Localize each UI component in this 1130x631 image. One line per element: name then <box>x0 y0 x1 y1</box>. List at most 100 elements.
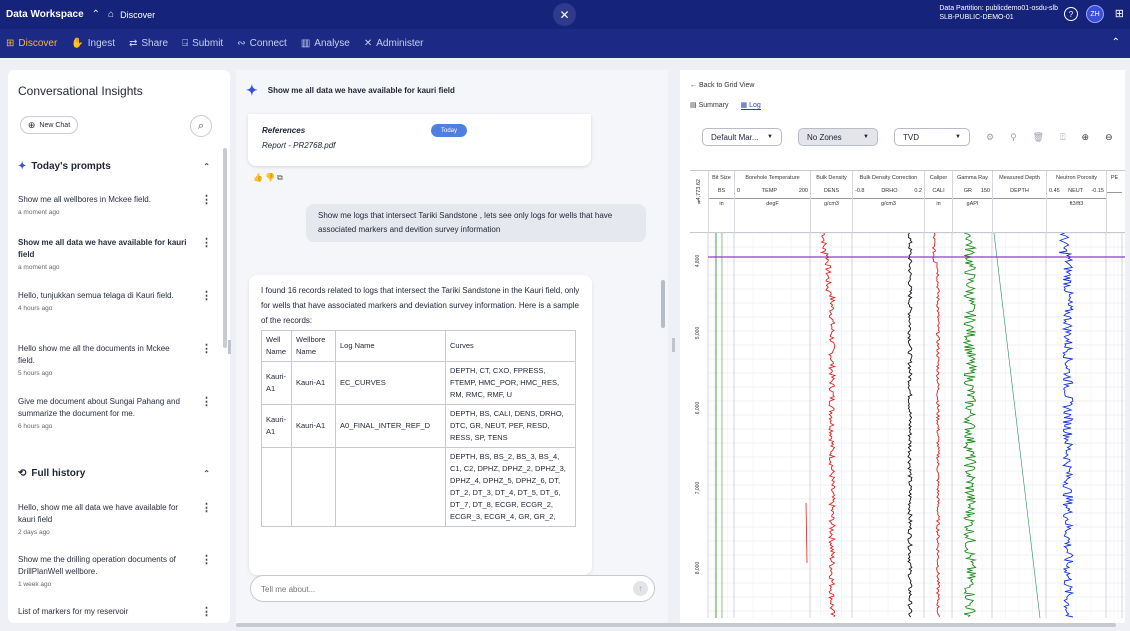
history-item[interactable]: Hello, show me all data we have availabl… <box>18 502 218 536</box>
resize-handle[interactable] <box>228 340 231 354</box>
track-header[interactable]: Gamma Ray GR 150 gAPI <box>952 171 992 234</box>
breadcrumb[interactable]: Discover <box>120 10 155 20</box>
column-header: Curves <box>445 330 576 362</box>
more-options-icon[interactable]: ⋮ <box>201 290 212 302</box>
copy-icon[interactable]: ⧉ <box>277 173 285 182</box>
nav-ingest[interactable]: ✋ Ingest <box>71 38 115 49</box>
table-icon: ▤ <box>690 102 697 109</box>
references-card: References Report - PR2768.pdf Today <box>248 114 591 166</box>
history-icon: ⟲ <box>18 468 27 479</box>
track-max: 150 <box>980 188 990 194</box>
network-icon[interactable]: ⚲ <box>1010 132 1017 143</box>
history-item[interactable]: List of markers for my reservoir ⋮ <box>18 606 218 620</box>
close-icon: ✕ <box>559 7 570 22</box>
track-header[interactable]: Bit Size BS in <box>708 171 734 234</box>
track-max: 200 <box>798 188 808 194</box>
more-options-icon[interactable]: ⋮ <box>201 554 212 566</box>
data-partition[interactable]: Data Partition: publicdemo01-osdu-slb SL… <box>939 4 1058 22</box>
collapse-icon[interactable]: ⌃ <box>92 9 100 20</box>
more-options-icon[interactable]: ⋮ <box>201 396 212 408</box>
track-mnemonic: CALI <box>932 188 945 194</box>
scrollbar[interactable] <box>223 148 227 348</box>
more-options-icon[interactable]: ⋮ <box>201 606 212 618</box>
tab-log[interactable]: ▦ Log <box>740 101 761 110</box>
chat-panel: ✦ Show me all data we have available for… <box>236 70 668 623</box>
track-mnemonic: NEUT <box>1068 188 1084 194</box>
back-to-grid-link[interactable]: ← Back to Grid View <box>690 82 754 89</box>
track-header[interactable]: PE <box>1106 171 1122 234</box>
prompt-item[interactable]: Give me document about Sungai Pahang and… <box>18 396 218 430</box>
track-header[interactable]: Measured Depth DEPTH <box>992 171 1046 234</box>
more-options-icon[interactable]: ⋮ <box>201 343 212 355</box>
nav-administer[interactable]: ✕ Administer <box>364 38 424 49</box>
close-button[interactable]: ✕ <box>553 3 576 26</box>
chart-icon: ▥ <box>300 38 311 49</box>
delete-icon[interactable]: 🗑 <box>1033 132 1044 143</box>
prompt-item[interactable]: Hello show me all the documents in Mckee… <box>18 343 218 377</box>
app-grid-icon[interactable]: ⊞ <box>1115 7 1124 20</box>
column-header: Well Name <box>261 330 292 362</box>
history-item[interactable]: Show me the drilling operation documents… <box>18 554 218 588</box>
track-unit: in <box>709 198 734 207</box>
well-log-plot[interactable]: 4,800 5,000 6,000 7,000 8,000 <box>690 233 1125 623</box>
arrow-up-icon: ↑ <box>638 584 643 593</box>
log-viewer-panel: ← Back to Grid View ▤ Summary ▦ Log Defa… <box>680 70 1125 623</box>
track-header[interactable]: Caliper CALI in <box>924 171 952 234</box>
thumbs-up-icon[interactable]: 👍 <box>253 173 265 182</box>
more-options-icon[interactable]: ⋮ <box>201 237 212 249</box>
nav-connect[interactable]: ∾ Connect <box>237 38 287 49</box>
chevron-up-icon[interactable]: ⌃ <box>203 162 210 171</box>
thumbs-down-icon[interactable]: 👎 <box>265 173 277 182</box>
sparkle-icon: ✦ <box>246 82 258 98</box>
settings-icon[interactable]: ⚙ <box>986 132 994 143</box>
assistant-answer: I found 16 records related to logs that … <box>249 275 592 575</box>
chevron-up-icon[interactable]: ⌃ <box>203 469 210 478</box>
more-options-icon[interactable]: ⋮ <box>201 194 212 206</box>
track-header[interactable]: Borehole Temperature 0 TEMP 200 degF <box>734 171 810 234</box>
tab-summary[interactable]: ▤ Summary <box>690 101 729 110</box>
references-title: References <box>262 126 306 135</box>
more-options-icon[interactable]: ⋮ <box>201 502 212 514</box>
horizontal-scrollbar[interactable] <box>236 623 1116 627</box>
help-icon[interactable]: ? <box>1064 7 1078 21</box>
marker-set-dropdown[interactable]: Default Mar... ▼ <box>702 128 782 146</box>
chat-input[interactable] <box>261 582 621 596</box>
track-headers: 4,773.62 ft Bit Size BS in Borehole Tempera… <box>690 170 1125 234</box>
track-header[interactable]: Bulk Density DENS g/cm3 <box>810 171 852 234</box>
nav-submit[interactable]: ⍈ Submit <box>182 38 223 49</box>
new-chat-button[interactable]: ⊕ New Chat <box>20 116 78 134</box>
scrollbar[interactable] <box>661 280 665 328</box>
zones-dropdown[interactable]: No Zones ▼ <box>798 128 878 146</box>
send-button[interactable]: ↑ <box>633 581 648 596</box>
prompt-item[interactable]: Show me all wellbores in Mckee field. a … <box>18 194 218 216</box>
track-header[interactable]: Bulk Density Correction -0.8 DRHO 0.2 g/cm3 <box>852 171 924 234</box>
track-header[interactable]: Neutron Porosity 0.45 NEUT -0.15 ft3/ft3 <box>1046 171 1106 234</box>
track-min: -0.8 <box>855 188 865 194</box>
zoom-in-icon[interactable]: ⊕ <box>1082 132 1090 143</box>
track-mnemonic: GR <box>963 188 973 194</box>
table-cell: A0_FINAL_INTER_REF_D <box>335 404 446 448</box>
nav-analyse[interactable]: ▥ Analyse <box>301 38 350 49</box>
zoom-out-icon[interactable]: ⊖ <box>1105 132 1113 143</box>
track-unit: in <box>925 198 952 207</box>
depth-tick-label: 5,000 <box>695 327 701 340</box>
depth-type-dropdown[interactable]: TVD ▼ <box>894 128 970 146</box>
reference-link[interactable]: Report - PR2768.pdf <box>262 141 335 150</box>
track-unit: gAPI <box>953 198 992 207</box>
table-cell: DEPTH, BS, CALI, DENS, DRHO, DTC, GR, NE… <box>445 404 576 448</box>
nav-share[interactable]: ⇄ Share <box>129 38 168 49</box>
avatar[interactable]: ZH <box>1086 5 1104 23</box>
home-icon[interactable]: ⌂ <box>108 9 114 20</box>
export-icon[interactable]: ⍐ <box>1060 132 1065 143</box>
search-button[interactable]: ⌕ <box>190 115 212 137</box>
prompt-item[interactable]: Show me all data we have available for k… <box>18 237 218 271</box>
today-prompts-header[interactable]: ✦ Today's prompts ⌃ <box>18 161 210 172</box>
collapse-nav-icon[interactable]: ⌃ <box>1112 37 1120 48</box>
prompt-item[interactable]: Hello, tunjukkan semua telaga di Kauri f… <box>18 290 218 312</box>
resize-handle[interactable] <box>672 338 675 352</box>
nav-discover[interactable]: ⊞ Discover <box>6 38 57 49</box>
full-history-header[interactable]: ⟲ Full history ⌃ <box>18 468 210 479</box>
results-table: Well Name Wellbore Name Log Name Curves … <box>261 330 576 527</box>
chat-input-box[interactable]: ↑ <box>250 575 655 602</box>
viewer-tabs: ▤ Summary ▦ Log <box>690 101 773 110</box>
